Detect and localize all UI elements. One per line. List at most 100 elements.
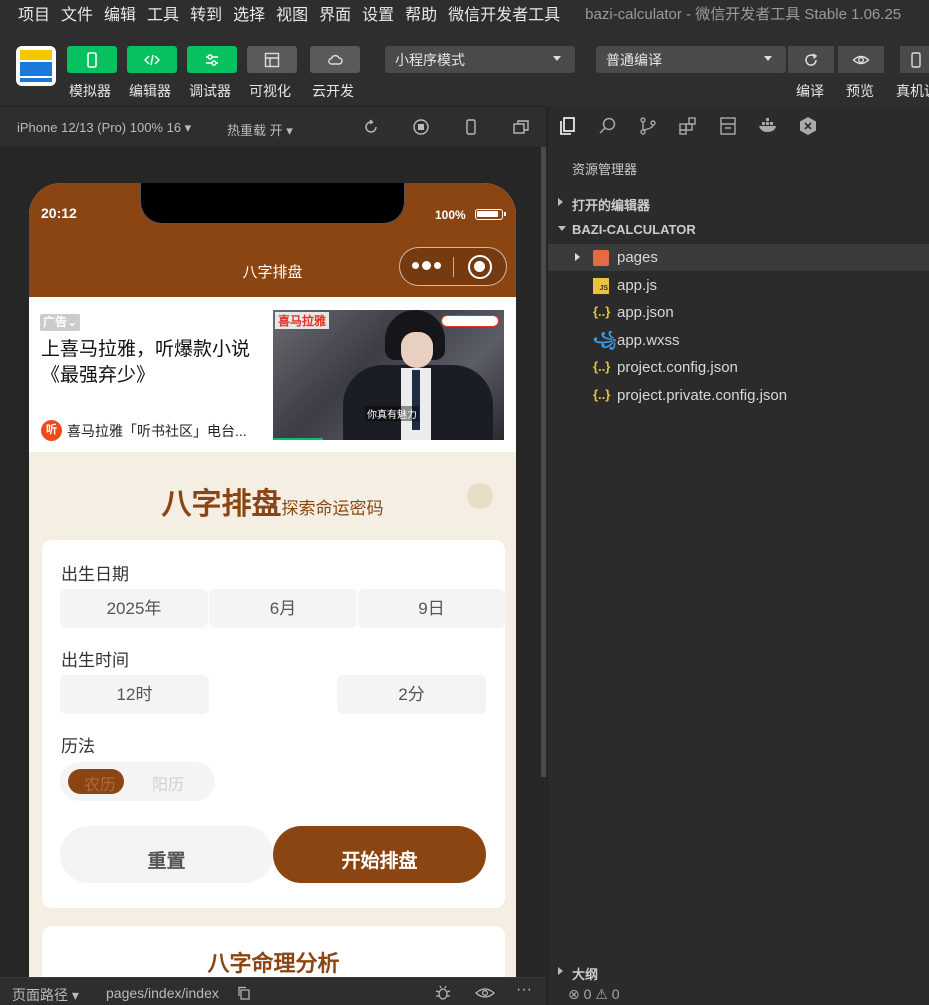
stop-icon[interactable] xyxy=(412,118,430,136)
theme-toggle-icon[interactable] xyxy=(467,483,493,509)
device-debug-button[interactable] xyxy=(900,46,929,73)
ad-banner[interactable]: 广告⌄ 上喜马拉雅，听爆款小说《最强弃少》 听 喜马拉雅「听书社区」电台... … xyxy=(29,297,516,452)
status-time: 20:12 xyxy=(41,205,77,221)
lunar-option[interactable]: 农历 xyxy=(84,771,116,795)
preview-button[interactable] xyxy=(838,46,884,73)
file-tree-item-app-json[interactable]: {..} app.json xyxy=(548,299,929,326)
menu-help[interactable]: 帮助 xyxy=(405,1,437,25)
more-icon[interactable] xyxy=(412,261,441,270)
menu-edit[interactable]: 编辑 xyxy=(104,1,136,25)
day-picker[interactable]: 9日 xyxy=(358,589,505,628)
menu-select[interactable]: 选择 xyxy=(233,1,265,25)
file-tree-item-project-private-config[interactable]: {..} project.private.config.json xyxy=(548,382,929,409)
file-tree-item-project-config[interactable]: {..} project.config.json xyxy=(548,354,929,381)
more-icon[interactable]: ··· xyxy=(516,981,532,999)
menu-settings[interactable]: 设置 xyxy=(362,1,394,25)
hour-picker[interactable]: 12时 xyxy=(60,675,209,714)
debugger-button[interactable] xyxy=(187,46,237,73)
eye-icon[interactable] xyxy=(475,986,495,1000)
chevron-down-icon: ⌄ xyxy=(67,315,78,329)
simulator-statusbar: 页面路径 ▾ pages/index/index ··· xyxy=(0,977,546,1005)
rotate-icon[interactable] xyxy=(362,118,380,136)
menu-file[interactable]: 文件 xyxy=(61,1,93,25)
cube-icon[interactable] xyxy=(797,115,819,137)
menu-project[interactable]: 项目 xyxy=(18,1,50,25)
file-name: app.js xyxy=(617,277,658,294)
navigation-bar: 20:12 100% 八字排盘 xyxy=(29,183,516,297)
devtools-window: 项目 文件 编辑 工具 转到 选择 视图 界面 设置 帮助 微信开发者工具 ba… xyxy=(0,0,929,1005)
ad-tag: 广告⌄ xyxy=(40,314,81,331)
problems-counter[interactable]: ⊗ 0 ⚠ 0 xyxy=(568,986,620,1003)
json-file-icon: {..} xyxy=(593,359,611,374)
calendar-label: 历法 xyxy=(61,737,95,756)
menu-tools[interactable]: 工具 xyxy=(147,1,179,25)
detach-icon[interactable] xyxy=(512,118,530,136)
chevron-right-icon xyxy=(558,967,563,975)
explorer-title: 资源管理器 xyxy=(572,162,638,177)
extensions-icon[interactable] xyxy=(677,115,699,137)
solar-option[interactable]: 阳历 xyxy=(152,771,184,795)
activity-bar xyxy=(548,106,929,146)
file-tree-item-pages[interactable]: pages xyxy=(548,244,929,271)
search-icon[interactable] xyxy=(597,115,619,137)
compile-label: 编译 xyxy=(796,83,824,99)
files-icon[interactable] xyxy=(557,115,579,137)
project-label: BAZI-CALCULATOR xyxy=(572,222,696,237)
outline-section[interactable]: 大纲 xyxy=(548,958,929,985)
ad-text: 上喜马拉雅，听爆款小说《最强弃少》 xyxy=(41,339,251,386)
calendar-switch[interactable]: 农历 阳历 xyxy=(60,762,215,801)
chevron-right-icon xyxy=(558,198,563,206)
page-path-select[interactable]: 页面路径 ▾ xyxy=(12,985,79,1005)
compile-mode-select[interactable]: 普通编译 xyxy=(596,46,786,73)
project-section[interactable]: BAZI-CALCULATOR xyxy=(548,216,929,243)
mode-select[interactable]: 小程序模式 xyxy=(385,46,575,73)
mode-select-value: 小程序模式 xyxy=(395,51,465,68)
phone-icon[interactable] xyxy=(462,118,480,136)
birth-date-label: 出生日期 xyxy=(61,565,129,584)
phone-screen: 20:12 100% 八字排盘 广告⌄ 上喜马拉雅，听爆款小说《最强弃少》 听 … xyxy=(29,183,516,977)
minute-picker[interactable]: 2分 xyxy=(337,675,486,714)
wxss-file-icon: ꧁ xyxy=(593,331,617,348)
editor-button[interactable] xyxy=(127,46,177,73)
source-control-icon[interactable] xyxy=(637,115,659,137)
bug-icon[interactable] xyxy=(434,985,452,1001)
month-picker[interactable]: 6月 xyxy=(209,589,357,628)
app-logo-icon[interactable] xyxy=(16,46,56,86)
storage-icon[interactable] xyxy=(717,115,739,137)
docker-icon[interactable] xyxy=(757,115,779,137)
cloud-button[interactable] xyxy=(310,46,360,73)
file-tree-item-app-js[interactable]: JS app.js xyxy=(548,272,929,299)
menu-goto[interactable]: 转到 xyxy=(190,1,222,25)
ad-search-pill xyxy=(441,315,499,327)
close-miniprogram-icon[interactable] xyxy=(468,255,492,279)
file-tree-item-app-wxss[interactable]: ꧁ app.wxss xyxy=(548,327,929,354)
device-icon xyxy=(910,51,921,68)
input-card: 出生日期 2025年 6月 9日 出生时间 12时 2分 历法 农历 阳历 重置… xyxy=(42,540,505,908)
chevron-right-icon xyxy=(575,253,580,261)
simulator-scrollbar[interactable] xyxy=(541,147,546,777)
reset-button[interactable]: 重置 xyxy=(60,826,273,883)
chevron-down-icon xyxy=(553,56,561,61)
ad-image[interactable]: 喜马拉雅 你真有魅力 xyxy=(273,310,504,440)
simulator-button[interactable] xyxy=(67,46,117,73)
menu-view[interactable]: 视图 xyxy=(276,1,308,25)
outline-label: 大纲 xyxy=(572,967,599,982)
start-button[interactable]: 开始排盘 xyxy=(273,826,486,883)
device-select[interactable]: iPhone 12/13 (Pro) 100% 16 ▾ xyxy=(17,120,191,136)
open-editors-section[interactable]: 打开的编辑器 xyxy=(548,189,929,216)
compile-button[interactable] xyxy=(788,46,834,73)
copy-icon[interactable] xyxy=(237,986,251,1000)
menu-wechat-devtools[interactable]: 微信开发者工具 xyxy=(448,1,560,25)
simulator-header: iPhone 12/13 (Pro) 100% 16 ▾ 热重载 开 ▾ xyxy=(0,106,546,146)
year-picker[interactable]: 2025年 xyxy=(60,589,208,628)
menu-interface[interactable]: 界面 xyxy=(319,1,351,25)
cloud-icon xyxy=(328,54,343,65)
eye-icon xyxy=(852,55,870,64)
capsule-menu xyxy=(399,247,507,286)
ad-source: 听 喜马拉雅「听书社区」电台... xyxy=(41,420,247,441)
file-name: app.json xyxy=(617,304,674,321)
hotreload-toggle[interactable]: 热重载 开 ▾ xyxy=(227,120,293,139)
file-name: project.config.json xyxy=(617,359,738,376)
page-path: pages/index/index xyxy=(106,985,219,1001)
visual-button[interactable] xyxy=(247,46,297,73)
